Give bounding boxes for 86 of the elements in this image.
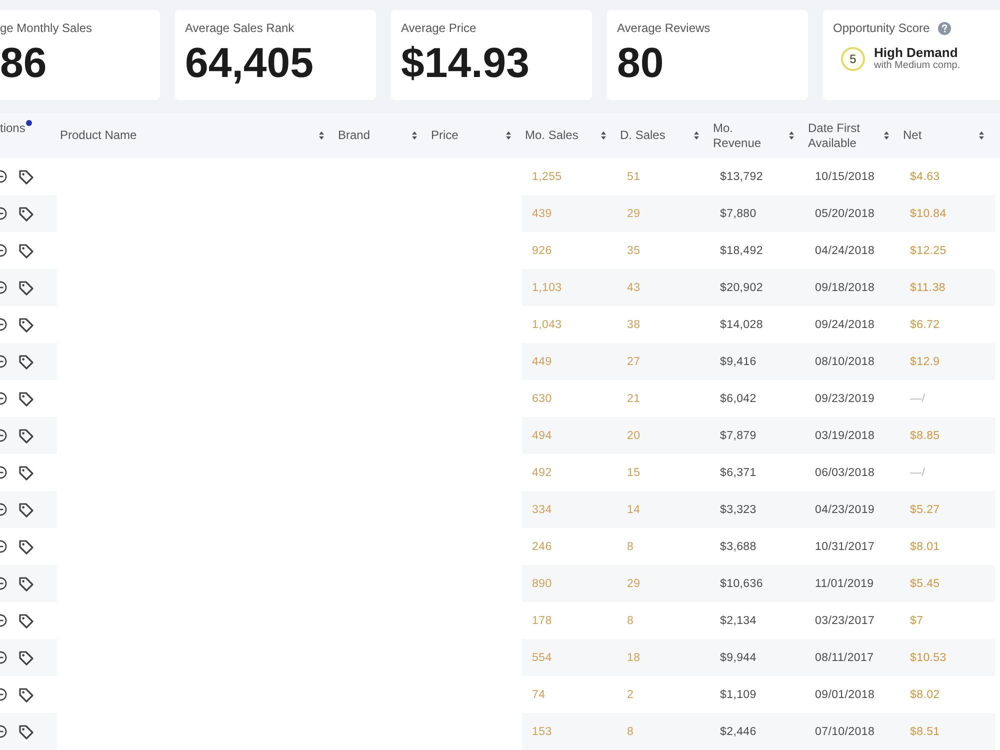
tag-icon[interactable] <box>18 576 34 592</box>
table-cell: $8.51 <box>900 713 995 750</box>
table-cell: 554 <box>522 639 617 676</box>
table-cell: 29 <box>617 195 710 232</box>
tag-icon[interactable] <box>18 428 34 444</box>
tag-icon[interactable] <box>18 242 34 258</box>
table-cell: 449 <box>522 343 617 380</box>
table-cell: 08/10/2018 <box>805 343 900 380</box>
column-header[interactable]: Net <box>900 113 995 158</box>
table-cell: 14 <box>617 491 710 528</box>
table-cell: $9,416 <box>710 343 805 380</box>
table-cell: $10.84 <box>900 195 995 232</box>
help-icon[interactable] <box>938 22 951 34</box>
sort-icon[interactable] <box>979 131 984 140</box>
tag-icon[interactable] <box>18 280 34 296</box>
table-cell: $12.9 <box>900 343 995 380</box>
table-cell: 20 <box>617 417 710 454</box>
sort-icon[interactable] <box>319 131 324 140</box>
tag-icon[interactable] <box>18 502 34 518</box>
stat-value: $14.93 <box>401 40 530 86</box>
tag-icon[interactable] <box>18 354 34 370</box>
sort-icon[interactable] <box>789 131 794 140</box>
sort-icon[interactable] <box>412 131 417 140</box>
score-badge: 5 <box>841 46 865 70</box>
column-header[interactable]: D. Sales <box>617 113 710 158</box>
sort-icon[interactable] <box>694 131 699 140</box>
score-label: Opportunity Score <box>833 21 930 35</box>
table-cell: 8 <box>617 713 710 750</box>
stat-label: ge Monthly Sales <box>0 21 94 35</box>
tag-icon[interactable] <box>18 686 34 702</box>
tag-icon[interactable] <box>18 612 34 628</box>
table-cell: 05/20/2018 <box>805 195 900 232</box>
column-header[interactable]: Mo. Sales <box>522 113 617 158</box>
sort-icon[interactable] <box>884 131 889 140</box>
table-cell: 334 <box>522 491 617 528</box>
column-header[interactable]: Price <box>428 113 522 158</box>
tag-icon[interactable] <box>18 206 34 222</box>
table-cell: $11.38 <box>900 269 995 306</box>
stat-label: Average Price <box>401 21 478 35</box>
tag-icon[interactable] <box>18 538 34 554</box>
table-cell: $10.53 <box>900 639 995 676</box>
score-title: High Demand <box>874 45 959 60</box>
table-cell: 494 <box>522 417 617 454</box>
tag-icon[interactable] <box>18 724 34 740</box>
column-header[interactable]: Product Name <box>57 113 335 158</box>
table-cell: $5.27 <box>900 491 995 528</box>
stat-value: 86 <box>0 40 48 86</box>
table-cell: 27 <box>617 343 710 380</box>
sort-icon[interactable] <box>506 131 511 140</box>
tag-icon[interactable] <box>18 390 34 406</box>
table-cell: 08/11/2017 <box>805 639 900 676</box>
table-cell: 43 <box>617 269 710 306</box>
table-cell: $2,446 <box>710 713 805 750</box>
table-cell: 09/18/2018 <box>805 269 900 306</box>
score-subtitle: with Medium comp. <box>874 60 960 72</box>
table-cell: 153 <box>522 713 617 750</box>
tag-icon[interactable] <box>18 464 34 480</box>
table-cell: $9,944 <box>710 639 805 676</box>
stat-value: 80 <box>617 40 665 86</box>
table-cell: 439 <box>522 195 617 232</box>
sort-icon[interactable] <box>601 131 606 140</box>
table-cell: 1,103 <box>522 269 617 306</box>
table-cell: 03/19/2018 <box>805 417 900 454</box>
stat-label: Average Sales Rank <box>185 21 296 35</box>
table-cell: 29 <box>617 565 710 602</box>
tag-icon[interactable] <box>18 316 34 332</box>
table-cell: $7,880 <box>710 195 805 232</box>
column-header: tions <box>0 113 57 158</box>
table-cell: 890 <box>522 565 617 602</box>
table-cell: $5.45 <box>900 565 995 602</box>
column-header[interactable]: Date First Available <box>805 113 900 158</box>
table-cell: $3,323 <box>710 491 805 528</box>
tag-icon[interactable] <box>18 650 34 666</box>
table-cell: $8.85 <box>900 417 995 454</box>
stat-label: Average Reviews <box>617 21 712 35</box>
table-cell: $7,879 <box>710 417 805 454</box>
table-cell: $10,636 <box>710 565 805 602</box>
column-header[interactable]: Brand <box>335 113 428 158</box>
table-cell: 04/23/2019 <box>805 491 900 528</box>
tag-icon[interactable] <box>18 168 34 184</box>
stat-value: 64,405 <box>185 40 314 86</box>
table-cell: 11/01/2019 <box>805 565 900 602</box>
table-cell: $20,902 <box>710 269 805 306</box>
column-header[interactable]: Mo. Revenue <box>710 113 805 158</box>
table-cell: 18 <box>617 639 710 676</box>
table-cell: 07/10/2018 <box>805 713 900 750</box>
